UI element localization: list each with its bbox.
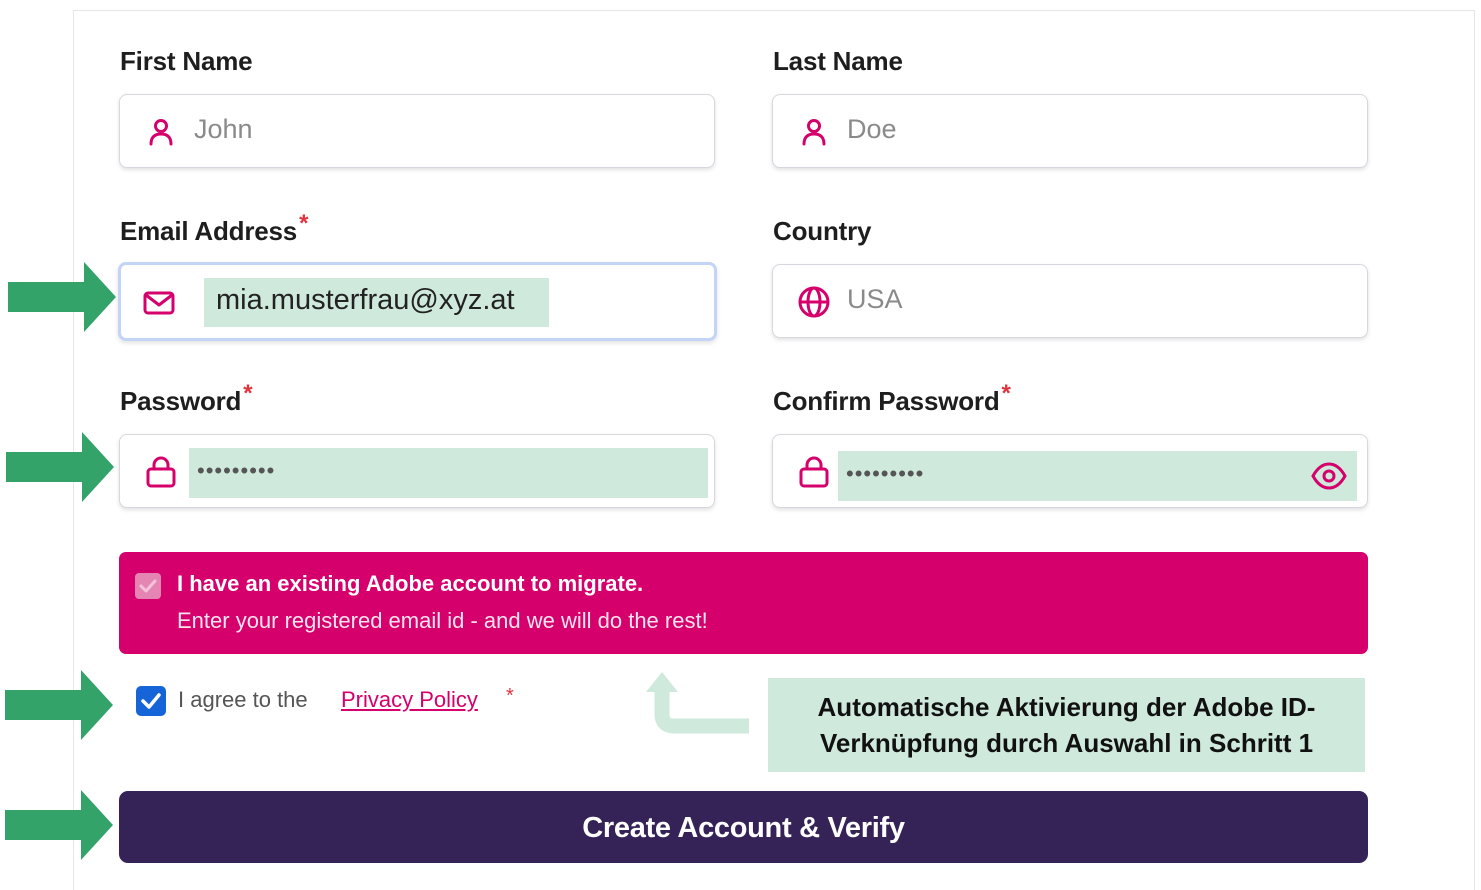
migrate-title: I have an existing Adobe account to migr… — [177, 571, 644, 596]
password-highlight: ••••••••• — [189, 448, 708, 498]
migrate-subtitle: Enter your registered email id - and we … — [177, 608, 708, 633]
email-field[interactable]: mia.musterfrau@xyz.at — [118, 262, 717, 341]
confirm-password-masked-value: ••••••••• — [846, 461, 925, 486]
password-masked-value: ••••••••• — [197, 458, 276, 483]
arrow-right-icon — [6, 432, 114, 502]
annotation-note: Automatische Aktivierung der Adobe ID- V… — [768, 678, 1365, 772]
password-field[interactable]: ••••••••• — [119, 434, 715, 508]
confirm-password-highlight: ••••••••• — [838, 451, 1357, 501]
migrate-checkbox[interactable] — [135, 573, 161, 599]
arrow-right-icon — [8, 262, 116, 332]
email-value: mia.musterfrau@xyz.at — [216, 284, 515, 316]
required-asterisk: * — [299, 210, 309, 237]
required-asterisk: * — [506, 685, 514, 707]
country-label: Country — [773, 216, 872, 246]
check-icon — [141, 693, 161, 709]
user-icon — [149, 119, 173, 146]
email-label: Email Address* — [120, 210, 309, 246]
arrow-right-icon — [5, 790, 113, 860]
lock-icon — [146, 456, 176, 488]
migrate-account-banner[interactable]: I have an existing Adobe account to migr… — [119, 552, 1368, 654]
lock-icon — [799, 456, 829, 488]
user-icon — [802, 119, 826, 146]
privacy-agree-checkbox[interactable] — [136, 686, 166, 716]
agree-text: I agree to the — [178, 687, 308, 712]
email-highlight: mia.musterfrau@xyz.at — [204, 278, 549, 327]
globe-icon — [798, 286, 830, 318]
last-name-field[interactable]: Doe — [772, 94, 1368, 168]
mail-icon — [143, 291, 175, 315]
country-select[interactable]: USA — [772, 264, 1368, 338]
confirm-password-field[interactable]: ••••••••• — [772, 434, 1368, 508]
check-icon — [139, 579, 157, 593]
country-value: USA — [847, 284, 903, 314]
required-asterisk: * — [1001, 380, 1011, 407]
last-name-label: Last Name — [773, 46, 903, 76]
arrow-right-icon — [5, 670, 113, 740]
note-line-1: Automatische Aktivierung der Adobe ID- — [817, 692, 1316, 722]
first-name-field[interactable]: John — [119, 94, 715, 168]
required-asterisk: * — [243, 380, 253, 407]
privacy-policy-link[interactable]: Privacy Policy — [341, 687, 478, 713]
create-account-button[interactable]: Create Account & Verify — [119, 791, 1368, 863]
first-name-label: First Name — [120, 46, 253, 76]
note-line-2: Verknüpfung durch Auswahl in Schritt 1 — [819, 728, 1314, 758]
first-name-placeholder: John — [194, 114, 253, 144]
last-name-placeholder: Doe — [847, 114, 897, 144]
password-label: Password* — [120, 380, 253, 416]
annotation-curved-arrow — [646, 672, 749, 734]
confirm-password-label: Confirm Password* — [773, 380, 1011, 416]
eye-icon[interactable] — [1310, 459, 1348, 493]
